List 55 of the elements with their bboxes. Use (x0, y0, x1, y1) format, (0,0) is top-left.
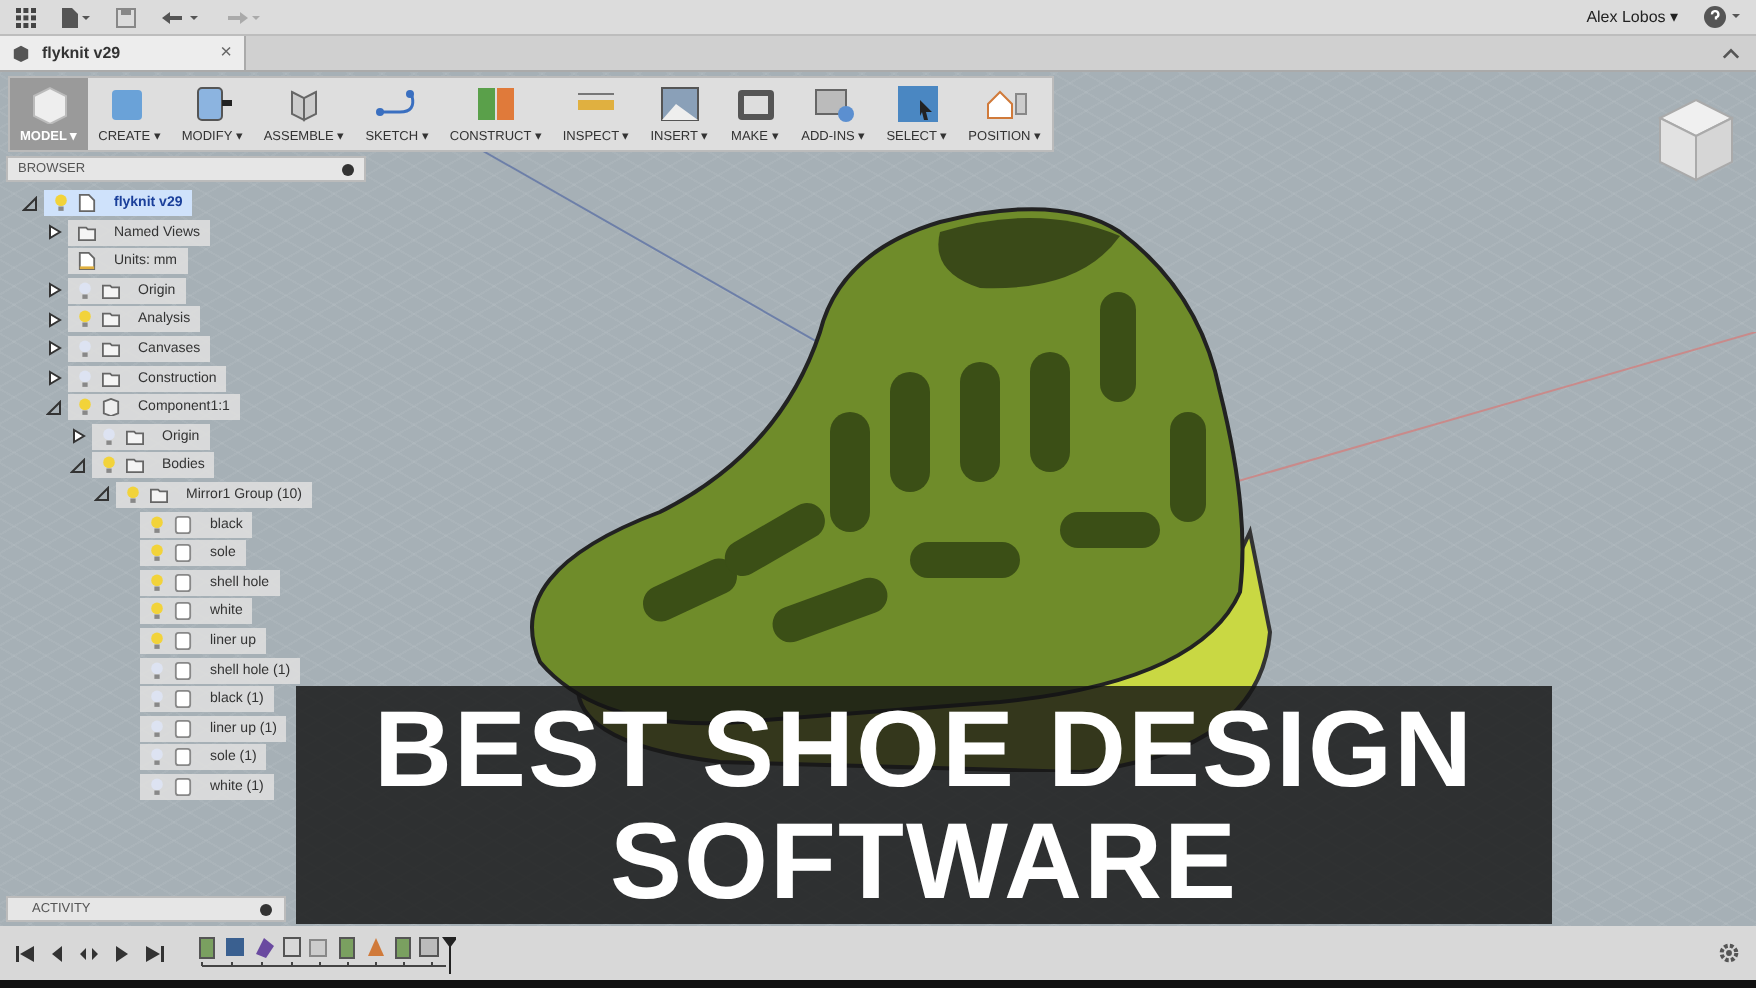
expand-toggle-icon[interactable] (46, 340, 62, 357)
light-bulb-icon[interactable] (78, 281, 92, 300)
pin-icon[interactable] (260, 903, 272, 915)
light-bulb-icon[interactable] (102, 427, 116, 446)
user-menu[interactable]: Alex Lobos ▾ (1586, 8, 1678, 26)
skip-to-end-icon[interactable] (144, 943, 164, 963)
save-icon[interactable] (116, 7, 136, 27)
light-bulb-icon[interactable] (150, 777, 164, 796)
skip-to-start-icon[interactable] (16, 943, 36, 963)
light-bulb-icon[interactable] (78, 398, 92, 417)
expand-toggle-icon[interactable] (94, 486, 110, 503)
light-bulb-icon[interactable] (102, 456, 116, 475)
grid-icon[interactable] (16, 7, 36, 27)
close-button[interactable]: × (220, 42, 232, 64)
file-icon[interactable] (62, 7, 90, 27)
light-bulb-icon[interactable] (78, 310, 92, 329)
light-bulb-icon[interactable] (150, 544, 164, 563)
component-icon (102, 398, 120, 417)
light-bulb-icon[interactable] (150, 690, 164, 709)
settings-icon[interactable] (1718, 942, 1740, 964)
expand-toggle-icon[interactable] (46, 370, 62, 387)
light-bulb-icon[interactable] (150, 748, 164, 767)
pin-icon[interactable] (342, 163, 354, 175)
expand-toggle-icon[interactable] (46, 399, 62, 416)
expand-toggle-icon[interactable] (70, 457, 86, 474)
tab-title: flyknit v29 (42, 44, 121, 62)
light-bulb-icon[interactable] (150, 719, 164, 738)
document-icon (78, 194, 96, 212)
expand-toggle-icon[interactable] (46, 311, 62, 328)
collapse-icon[interactable] (1722, 47, 1740, 59)
timeline-features-drawing[interactable] (196, 933, 456, 973)
document-icon (78, 252, 96, 271)
expand-toggle-icon[interactable] (22, 195, 38, 211)
light-bulb-icon[interactable] (150, 661, 164, 679)
document-tab[interactable]: flyknit v29 × (0, 36, 246, 70)
folder-icon (78, 223, 96, 242)
expand-toggle-icon[interactable] (46, 224, 62, 241)
help-icon[interactable] (1704, 6, 1740, 28)
play-icon[interactable] (80, 943, 100, 963)
banner-title: BEST SHOE DESIGN (373, 693, 1475, 805)
undo-icon[interactable] (162, 7, 198, 27)
light-bulb-icon[interactable] (150, 631, 164, 650)
expand-toggle-icon[interactable] (46, 282, 62, 299)
step-back-icon[interactable] (48, 943, 68, 963)
light-bulb-icon[interactable] (78, 369, 92, 388)
light-bulb-icon[interactable] (150, 515, 164, 534)
banner-title: SOFTWARE (610, 805, 1238, 917)
step-forward-icon[interactable] (112, 943, 132, 963)
expand-toggle-icon[interactable] (70, 428, 86, 445)
light-bulb-icon[interactable] (150, 573, 164, 592)
light-bulb-icon[interactable] (150, 602, 164, 621)
light-bulb-icon[interactable] (78, 339, 92, 358)
light-bulb-icon[interactable] (54, 194, 68, 212)
cube-icon (12, 44, 30, 62)
light-bulb-icon[interactable] (126, 485, 140, 504)
